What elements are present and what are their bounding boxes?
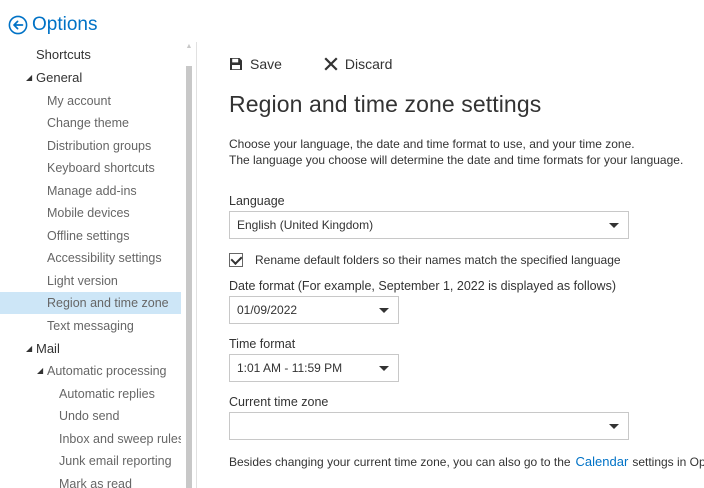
- sidebar-item-mark-as-read[interactable]: Mark as read: [0, 473, 181, 488]
- sidebar-item-accessibility-settings[interactable]: Accessibility settings: [0, 247, 181, 269]
- collapse-triangle-icon[interactable]: ◢: [26, 338, 32, 360]
- description-line-1: Choose your language, the date and time …: [229, 137, 635, 151]
- dropdown-arrow-icon: [379, 308, 389, 313]
- description-line-2: The language you choose will determine t…: [229, 153, 684, 167]
- scrollbar-thumb[interactable]: [186, 66, 192, 488]
- options-sidebar: Shortcuts ◢ General My account Change th…: [0, 42, 181, 488]
- sidebar-item-keyboard-shortcuts[interactable]: Keyboard shortcuts: [0, 157, 181, 179]
- sidebar-item-my-account[interactable]: My account: [0, 90, 181, 112]
- settings-toolbar: Save Discard: [229, 53, 392, 75]
- close-x-icon: [324, 57, 338, 71]
- collapse-triangle-icon[interactable]: ◢: [26, 67, 32, 89]
- options-header: Options: [8, 12, 97, 38]
- language-select[interactable]: English (United Kingdom): [229, 211, 629, 239]
- sidebar-item-text-messaging[interactable]: Text messaging: [0, 315, 181, 337]
- sidebar-item-mail[interactable]: ◢ Mail: [0, 338, 181, 360]
- sidebar-item-manage-add-ins[interactable]: Manage add-ins: [0, 180, 181, 202]
- sidebar-scrollbar[interactable]: ▲: [185, 42, 193, 488]
- sidebar-item-automatic-processing[interactable]: ◢ Automatic processing: [0, 360, 181, 382]
- date-format-select[interactable]: 01/09/2022: [229, 296, 399, 324]
- dropdown-arrow-icon: [379, 366, 389, 371]
- scroll-up-arrow-icon[interactable]: ▲: [185, 42, 193, 52]
- checkmark-icon: [230, 252, 243, 266]
- rename-folders-label: Rename default folders so their names ma…: [255, 253, 621, 267]
- sidebar-item-shortcuts[interactable]: Shortcuts: [0, 44, 181, 66]
- sidebar-item-automatic-replies[interactable]: Automatic replies: [0, 383, 181, 405]
- time-zone-select[interactable]: [229, 412, 629, 440]
- back-arrow-icon[interactable]: [8, 15, 28, 35]
- sidebar-item-mobile-devices[interactable]: Mobile devices: [0, 202, 181, 224]
- dropdown-arrow-icon: [609, 424, 619, 429]
- page-title: Region and time zone settings: [229, 91, 542, 117]
- sidebar-item-offline-settings[interactable]: Offline settings: [0, 225, 181, 247]
- calendar-settings-note: Besides changing your current time zone,…: [229, 454, 704, 469]
- collapse-triangle-icon[interactable]: ◢: [37, 360, 43, 382]
- discard-button[interactable]: Discard: [324, 56, 392, 72]
- time-format-label: Time format: [229, 337, 296, 351]
- rename-folders-checkbox[interactable]: [229, 252, 243, 267]
- sidebar-item-junk-email-reporting[interactable]: Junk email reporting: [0, 450, 181, 472]
- sidebar-item-region-and-time-zone[interactable]: Region and time zone: [0, 292, 181, 314]
- date-format-label: Date format (For example, September 1, 2…: [229, 279, 616, 293]
- sidebar-item-change-theme[interactable]: Change theme: [0, 112, 181, 134]
- sidebar-divider: [196, 42, 197, 488]
- dropdown-arrow-icon: [609, 223, 619, 228]
- sidebar-item-light-version[interactable]: Light version: [0, 270, 181, 292]
- sidebar-item-undo-send[interactable]: Undo send: [0, 405, 181, 427]
- options-title: Options: [32, 14, 98, 35]
- time-format-select[interactable]: 1:01 AM - 11:59 PM: [229, 354, 399, 382]
- save-button[interactable]: Save: [229, 56, 282, 72]
- sidebar-item-general[interactable]: ◢ General: [0, 67, 181, 89]
- sidebar-item-distribution-groups[interactable]: Distribution groups: [0, 135, 181, 157]
- rename-folders-row: Rename default folders so their names ma…: [229, 251, 621, 269]
- time-zone-label: Current time zone: [229, 395, 329, 409]
- sidebar-item-inbox-and-sweep-rules[interactable]: Inbox and sweep rules: [0, 428, 181, 450]
- save-disk-icon: [229, 57, 243, 71]
- calendar-link[interactable]: Calendar: [576, 454, 629, 469]
- language-label: Language: [229, 194, 285, 208]
